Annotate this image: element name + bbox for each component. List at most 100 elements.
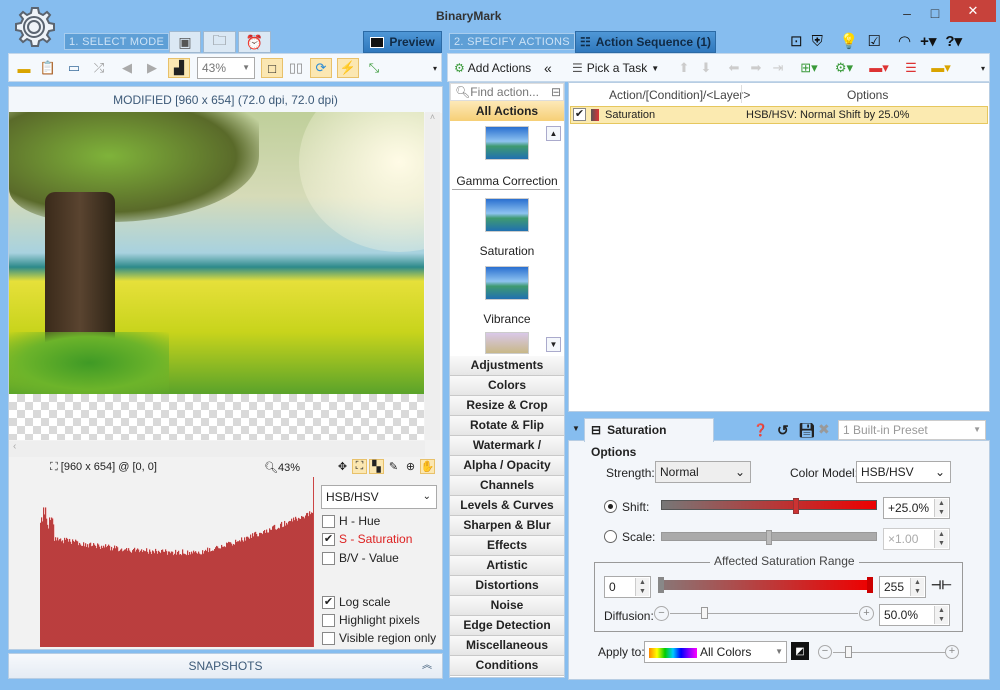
- histogram-option-checkbox[interactable]: [322, 614, 335, 627]
- opacity-thumb[interactable]: [845, 646, 852, 658]
- tab-preview[interactable]: Preview: [363, 31, 442, 53]
- category-item[interactable]: Edge Detection: [450, 616, 564, 636]
- pick-task-button[interactable]: ☰ Pick a Task ▼: [572, 58, 659, 78]
- clipboard-icon[interactable]: 📋: [37, 58, 59, 78]
- histogram-icon[interactable]: ▟: [168, 58, 190, 78]
- category-item[interactable]: Effects: [450, 536, 564, 556]
- histogram-option-checkbox[interactable]: ✔: [322, 596, 335, 609]
- horizontal-scrollbar[interactable]: ‹: [9, 441, 425, 457]
- strength-select[interactable]: Normal ⌄: [655, 461, 751, 483]
- filter-icon[interactable]: ⊟: [551, 84, 561, 100]
- category-item[interactable]: Alpha / Opacity: [450, 456, 564, 476]
- indent-icon[interactable]: ⇥: [767, 58, 789, 78]
- category-item[interactable]: Miscellaneous: [450, 636, 564, 656]
- hand-icon[interactable]: ✋: [420, 459, 435, 474]
- decrease-icon[interactable]: −: [654, 606, 669, 621]
- eyedropper-icon[interactable]: ✎: [386, 459, 401, 474]
- column-header-options[interactable]: Options: [847, 88, 888, 102]
- apply-opacity-slider[interactable]: − +: [818, 645, 960, 661]
- range-max-thumb[interactable]: [867, 577, 873, 593]
- tab-file-browser[interactable]: 🗀: [203, 31, 236, 53]
- open-folder-icon[interactable]: ▬: [13, 58, 35, 78]
- scale-value-input[interactable]: ×1.00 ▲ ▼: [883, 528, 950, 550]
- range-max-input[interactable]: 255 ▲ ▼: [879, 576, 926, 598]
- shift-value-input[interactable]: +25.0% ▲ ▼: [883, 497, 950, 519]
- range-min-thumb[interactable]: [658, 577, 664, 593]
- checklist-icon[interactable]: ☑: [868, 32, 881, 50]
- action-thumbnail[interactable]: Vibrance: [450, 266, 564, 326]
- category-item[interactable]: Conditions: [450, 656, 564, 676]
- color-model-select[interactable]: HSB/HSV ⌄: [856, 461, 951, 483]
- close-button[interactable]: ✕: [950, 0, 996, 22]
- help-icon[interactable]: ?▾: [945, 32, 962, 50]
- channel-checkbox[interactable]: ✔: [322, 533, 335, 546]
- increase-icon[interactable]: +: [859, 606, 874, 621]
- minimize-button[interactable]: –: [894, 3, 920, 23]
- scale-slider[interactable]: [661, 532, 877, 541]
- open-sequence-icon[interactable]: ▬▾: [930, 58, 952, 78]
- all-actions-header[interactable]: All Actions: [450, 101, 564, 121]
- column-header-action[interactable]: Action/[Condition]/<Layer>: [609, 88, 750, 102]
- histogram-option-checkbox[interactable]: [322, 632, 335, 645]
- range-min-input[interactable]: 0 ▲ ▼: [604, 576, 651, 598]
- apply-to-select[interactable]: All Colors ▼: [644, 641, 787, 663]
- find-action-input[interactable]: 🔍︎Find action... ⊟: [450, 83, 564, 101]
- category-item[interactable]: Noise: [450, 596, 564, 616]
- category-item[interactable]: Colors: [450, 376, 564, 396]
- console-icon[interactable]: ⊡: [790, 32, 803, 50]
- move-down-icon[interactable]: ⬇: [695, 58, 717, 78]
- range-link-icon[interactable]: ⊣⊢: [931, 578, 952, 592]
- snapshots-bar[interactable]: SNAPSHOTS ︽: [8, 653, 443, 679]
- shift-radio[interactable]: [604, 500, 617, 513]
- shift-slider[interactable]: [661, 500, 877, 510]
- scroll-down-button[interactable]: ▼: [546, 337, 561, 352]
- histogram-color-model-select[interactable]: HSB/HSV ⌄: [321, 485, 437, 509]
- refresh-icon[interactable]: ⟳: [310, 58, 332, 78]
- reset-icon[interactable]: ↺: [777, 422, 789, 439]
- split-view-icon[interactable]: ▯▯: [285, 58, 307, 78]
- fit-screen-icon[interactable]: ⛶: [352, 459, 367, 474]
- increase-icon[interactable]: +: [945, 645, 959, 659]
- delete-preset-icon[interactable]: ✖: [818, 421, 830, 438]
- category-item[interactable]: Rotate & Flip: [450, 416, 564, 436]
- maximize-button[interactable]: □: [922, 3, 948, 23]
- collapse-options-icon[interactable]: ▼: [572, 424, 580, 433]
- scroll-up-button[interactable]: ▲: [546, 126, 561, 141]
- pan-center-icon[interactable]: ✥: [335, 459, 350, 474]
- move-up-icon[interactable]: ⬆: [673, 58, 695, 78]
- category-item[interactable]: Adjustments: [450, 356, 564, 376]
- back-icon[interactable]: ◀: [116, 58, 138, 78]
- shield-icon[interactable]: ⛨: [812, 32, 823, 50]
- add-condition-icon[interactable]: ⊞▾: [798, 58, 820, 78]
- options-tab[interactable]: ⊟ Saturation Options: [584, 418, 714, 442]
- diffusion-value-input[interactable]: 50.0% ▲ ▼: [879, 604, 950, 626]
- feed-icon[interactable]: ◠: [898, 32, 911, 50]
- image-icon[interactable]: ▭: [63, 58, 85, 78]
- category-item[interactable]: Channels: [450, 476, 564, 496]
- collapse-actions-button[interactable]: «: [544, 58, 552, 78]
- tab-batch-mode[interactable]: ▣: [169, 31, 201, 53]
- shuffle-icon[interactable]: ⤮: [88, 58, 110, 78]
- zoom-select[interactable]: 43% ▼: [197, 57, 255, 79]
- channel-checkbox[interactable]: [322, 552, 335, 565]
- row-checkbox[interactable]: ✔: [573, 108, 586, 121]
- add-layer-icon[interactable]: ⚙▾: [833, 58, 855, 78]
- diffusion-slider[interactable]: − +: [654, 606, 874, 622]
- auto-preview-icon[interactable]: ⚡: [337, 58, 359, 78]
- single-view-icon[interactable]: □: [261, 58, 283, 78]
- vertical-scrollbar[interactable]: ˄: [425, 112, 440, 440]
- action-thumbnail[interactable]: Saturation: [450, 198, 564, 258]
- remove-icon[interactable]: ▬▾: [868, 58, 890, 78]
- fit-icon[interactable]: ⤡: [363, 58, 385, 78]
- forward-icon[interactable]: ▶: [141, 58, 163, 78]
- scale-radio[interactable]: [604, 530, 617, 543]
- table-row[interactable]: ✔ Saturation HSB/HSV: Normal Shift by 25…: [570, 106, 988, 124]
- diffusion-thumb[interactable]: [701, 607, 708, 619]
- zoom-tool-icon[interactable]: ⊕: [403, 459, 418, 474]
- scale-slider-thumb[interactable]: [766, 530, 772, 545]
- shift-slider-thumb[interactable]: [793, 498, 799, 514]
- category-item[interactable]: Resize & Crop: [450, 396, 564, 416]
- category-item[interactable]: Distortions: [450, 576, 564, 596]
- tab-action-sequence[interactable]: ☷ Action Sequence (1): [575, 31, 716, 53]
- category-item[interactable]: Watermark / Overlay: [450, 436, 564, 456]
